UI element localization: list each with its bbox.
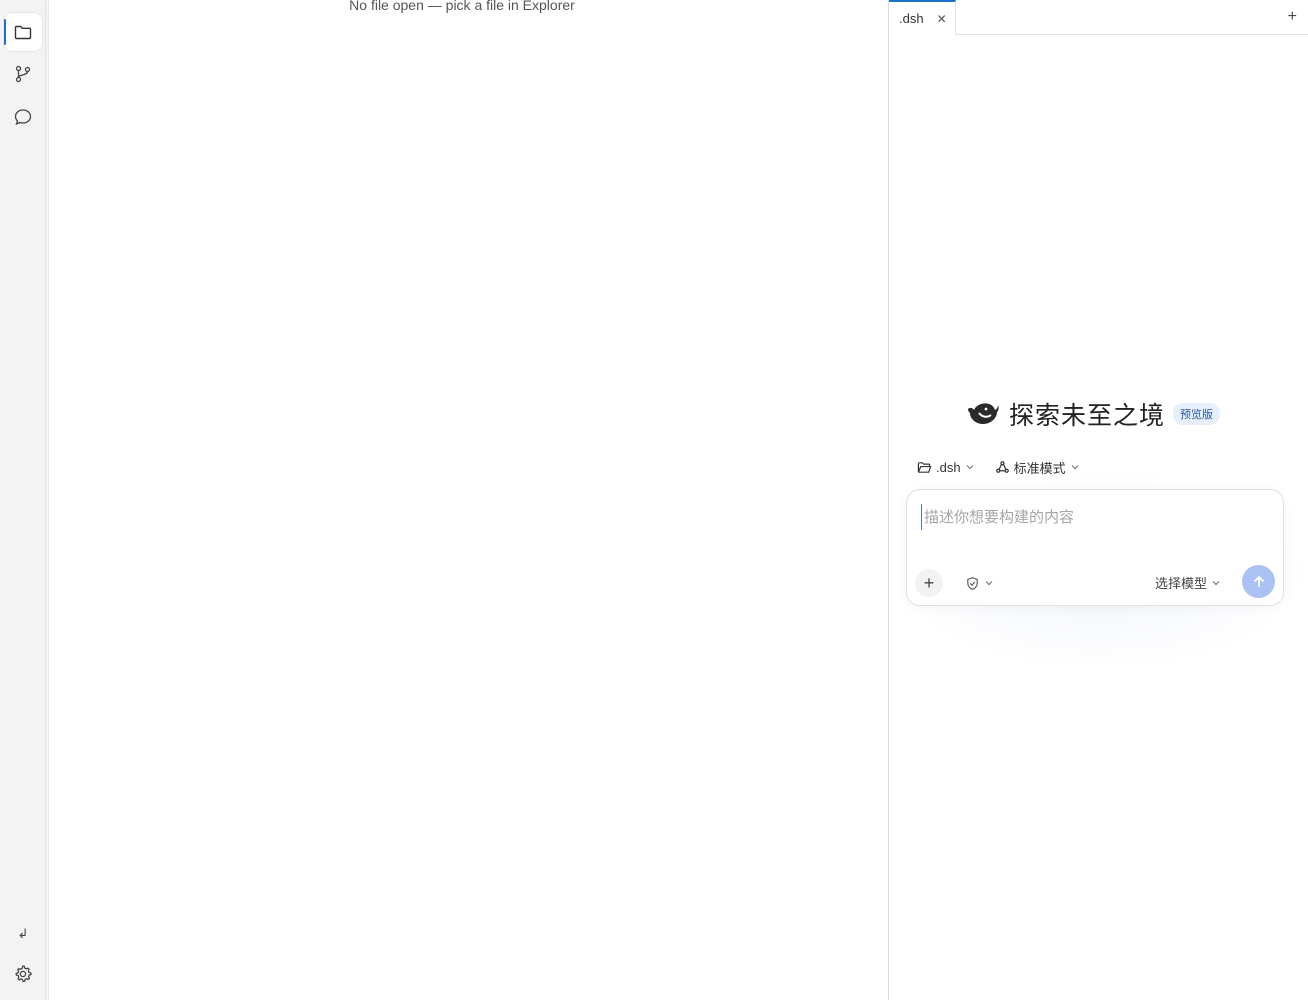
prompt-input[interactable] <box>921 504 1261 530</box>
tab-label: .dsh <box>899 11 924 26</box>
mode-cycle-icon <box>995 460 1009 473</box>
folder-open-icon <box>917 461 932 473</box>
activity-explorer-button[interactable] <box>4 13 42 51</box>
context-selectors: .dsh 标准模式 <box>917 456 1100 478</box>
welcome-hero: 探索未至之境 预览版 <box>965 396 1221 432</box>
folder-selector[interactable]: .dsh <box>917 460 975 475</box>
chevron-down-icon <box>966 465 974 470</box>
chevron-down-icon <box>1071 465 1079 470</box>
editor-area: No file open — pick a file in Explorer <box>49 0 888 1000</box>
activity-bar: ↲ <box>0 0 46 1000</box>
add-attachment-button[interactable]: + <box>915 569 943 597</box>
hero-title: 探索未至之境 <box>1009 401 1166 430</box>
arrow-up-icon <box>1253 575 1264 587</box>
chevron-down-icon <box>985 581 993 586</box>
gear-icon <box>15 965 32 983</box>
chevron-down-icon <box>1212 580 1220 585</box>
activity-source-control-button[interactable] <box>4 55 42 93</box>
close-icon[interactable]: ✕ <box>937 12 947 26</box>
folder-icon <box>14 25 32 40</box>
app-window: ↲ No file open — pick a file in Explorer… <box>0 0 1308 1000</box>
preview-badge: 预览版 <box>1173 403 1221 425</box>
panel-tabbar: .dsh ✕ + <box>889 0 1308 35</box>
model-selector-label: 选择模型 <box>1155 576 1208 591</box>
folder-selector-label: .dsh <box>936 459 961 475</box>
tab-dsh[interactable]: .dsh ✕ <box>889 0 956 35</box>
mode-selector[interactable]: 标准模式 <box>995 458 1080 477</box>
activity-chat-button[interactable] <box>4 98 42 136</box>
shield-tool-icon <box>967 576 978 590</box>
empty-editor-message: No file open — pick a file in Explorer <box>349 0 575 13</box>
ai-chat-panel: .dsh ✕ + 探索未至之境 预览版 .dsh 标准模式 描述你想要构建的内容… <box>888 0 1308 1000</box>
send-button[interactable] <box>1242 565 1275 598</box>
model-selector[interactable]: 选择模型 <box>1155 573 1221 592</box>
git-branch-icon <box>15 65 31 83</box>
tools-dropdown-button[interactable] <box>965 574 994 592</box>
prompt-composer: + 选择模型 <box>906 489 1284 606</box>
mode-selector-label: 标准模式 <box>1013 460 1066 476</box>
whale-logo-icon <box>968 403 999 424</box>
add-tab-button[interactable]: + <box>1288 8 1297 26</box>
chat-bubble-icon <box>14 109 32 126</box>
return-arrow-icon[interactable]: ↲ <box>12 924 34 944</box>
settings-button[interactable] <box>4 955 42 993</box>
